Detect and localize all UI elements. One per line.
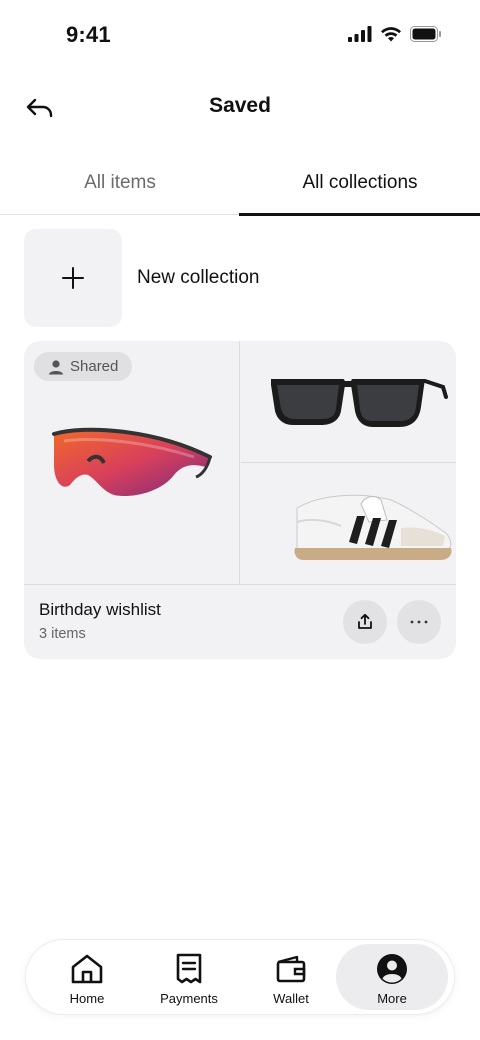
nav-home[interactable]: Home (36, 944, 138, 1010)
new-collection-button[interactable]: New collection (24, 229, 444, 327)
collection-preview-grid: Shared (24, 341, 456, 584)
nav-home-label: Home (69, 991, 105, 1006)
battery-icon (410, 26, 441, 42)
nav-more[interactable]: More (336, 944, 448, 1010)
bottom-navigation: Home Payments Wallet More (26, 940, 454, 1014)
tab-all-items[interactable]: All items (0, 160, 240, 214)
status-time: 9:41 (66, 22, 111, 47)
status-icons (348, 26, 442, 42)
nav-wallet-label: Wallet (273, 991, 309, 1006)
more-options-button[interactable] (397, 600, 441, 644)
collection-item-count: 3 items (39, 626, 86, 642)
nav-payments[interactable]: Payments (138, 944, 240, 1010)
preview-image-main: Shared (24, 341, 240, 584)
nav-wallet[interactable]: Wallet (240, 944, 342, 1010)
cellular-signal-icon (348, 26, 372, 42)
more-dots-icon (410, 620, 428, 624)
share-icon (358, 613, 372, 629)
shared-badge-label: Shared (70, 358, 119, 375)
plus-icon (62, 267, 84, 289)
tab-all-collections[interactable]: All collections (239, 160, 480, 216)
wallet-icon (276, 955, 306, 983)
collection-card[interactable]: Shared Birthday wishlist 3 items (24, 341, 456, 659)
preview-image-top (241, 341, 456, 463)
tab-bar: All items All collections (0, 160, 480, 216)
collection-title: Birthday wishlist (39, 600, 161, 619)
preview-image-bottom (241, 464, 456, 584)
header: Saved (0, 80, 480, 136)
new-collection-tile (24, 229, 122, 327)
shared-badge: Shared (34, 352, 133, 381)
nav-more-label: More (377, 991, 407, 1006)
new-collection-label: New collection (137, 267, 260, 288)
user-circle-icon (377, 954, 407, 984)
wayfarer-sunglasses-image (271, 379, 448, 427)
collection-footer: Birthday wishlist 3 items (24, 585, 456, 659)
page-title: Saved (209, 94, 271, 117)
nav-payments-label: Payments (160, 991, 218, 1006)
share-button[interactable] (343, 600, 387, 644)
status-bar: 9:41 (0, 0, 480, 70)
wifi-icon (381, 27, 401, 42)
home-icon (71, 954, 103, 984)
person-icon (49, 359, 63, 374)
receipt-icon (176, 953, 202, 984)
sneaker-image (294, 494, 452, 560)
